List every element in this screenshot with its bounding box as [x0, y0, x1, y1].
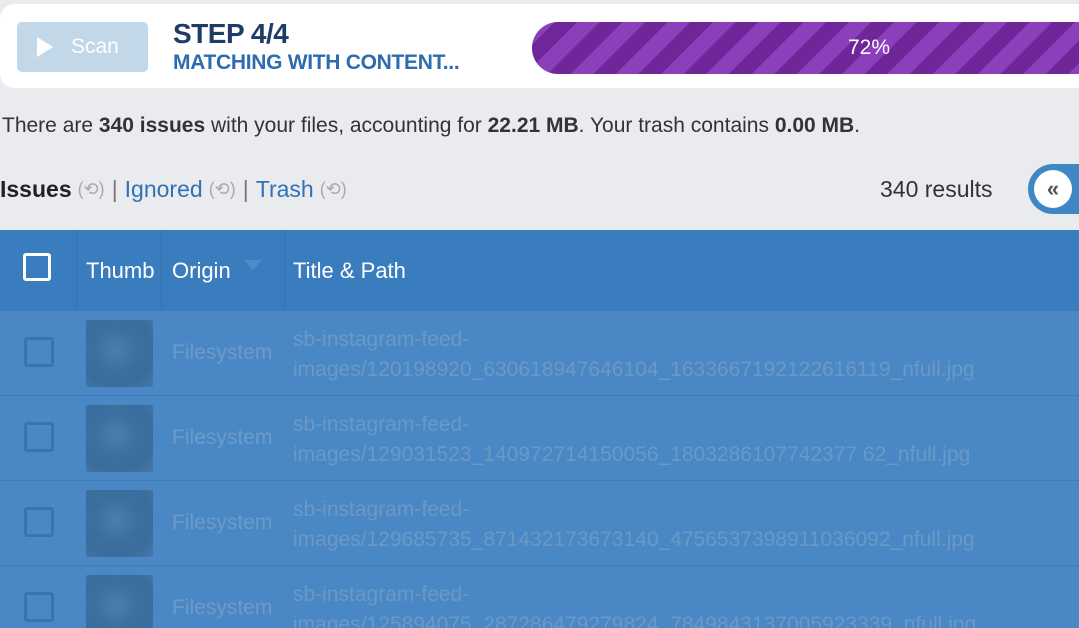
- thumbnail-image: [86, 320, 153, 387]
- thumbnail-image: [86, 405, 153, 472]
- step-subtitle: MATCHING WITH CONTENT...: [173, 51, 460, 74]
- table-row: Filesystem sb-instagram-feed-images/1296…: [0, 480, 1079, 566]
- origin-cell: Filesystem: [172, 341, 273, 364]
- path-cell[interactable]: sb-instagram-feed-images/129685735_87143…: [293, 495, 975, 555]
- select-all-checkbox[interactable]: [23, 253, 51, 281]
- origin-cell: Filesystem: [172, 511, 273, 534]
- tab-separator: |: [111, 176, 118, 202]
- row-checkbox[interactable]: [24, 422, 54, 452]
- row-checkbox[interactable]: [24, 592, 54, 622]
- thumbnail-image: [86, 575, 153, 628]
- row-checkbox[interactable]: [24, 507, 54, 537]
- tab-separator: |: [242, 176, 249, 202]
- summary-text: There are 340 issues with your files, ac…: [2, 114, 860, 138]
- summary-trash-text: . Your trash contains: [578, 114, 775, 137]
- thumbnail-image: [86, 490, 153, 557]
- row-checkbox[interactable]: [24, 337, 54, 367]
- tab-trash[interactable]: Trash: [256, 176, 314, 203]
- path-line: images/129685735_871432173673140_4756537…: [293, 528, 975, 551]
- path-line: images/120198920_630618947646104_1633667…: [293, 358, 975, 381]
- column-thumb: Thumb: [86, 258, 155, 283]
- summary-suffix: .: [854, 114, 861, 137]
- issues-count: 340 issues: [98, 114, 206, 137]
- column-divider: [161, 230, 162, 310]
- issues-table: Thumb Origin Title & Path Filesystem sb-…: [0, 230, 1079, 628]
- path-cell[interactable]: sb-instagram-feed-images/125894075_28728…: [293, 580, 976, 628]
- origin-cell: Filesystem: [172, 426, 273, 449]
- path-cell[interactable]: sb-instagram-feed-images/129031523_14097…: [293, 410, 970, 470]
- path-line: images/125894075_287286479279824_7849843…: [293, 613, 977, 628]
- path-cell[interactable]: sb-instagram-feed-images/120198920_63061…: [293, 325, 975, 385]
- column-title-path[interactable]: Title & Path: [293, 258, 406, 284]
- scan-button-label: Scan: [71, 35, 119, 58]
- pagination: «: [1028, 164, 1079, 214]
- table-row: Filesystem sb-instagram-feed-images/1258…: [0, 565, 1079, 628]
- issues-size: 22.21 MB: [487, 114, 579, 137]
- path-line: sb-instagram-feed-: [293, 413, 470, 436]
- tab-ignored[interactable]: Ignored: [125, 176, 203, 203]
- results-count: 340 results: [880, 176, 993, 202]
- play-icon: [37, 37, 53, 57]
- column-divider: [76, 230, 77, 310]
- trash-size: 0.00 MB: [774, 114, 855, 137]
- summary-prefix: There are: [2, 114, 99, 137]
- path-line: sb-instagram-feed-: [293, 498, 470, 521]
- scan-button[interactable]: Scan: [17, 22, 148, 72]
- progress-label: 72%: [848, 36, 891, 59]
- tab-issues[interactable]: Issues: [0, 176, 72, 203]
- column-divider: [284, 230, 285, 310]
- refresh-icon[interactable]: (⟲): [320, 179, 347, 200]
- step-title: STEP 4/4: [173, 18, 289, 49]
- summary-middle: with your files, accounting for: [205, 114, 488, 137]
- path-line: sb-instagram-feed-: [293, 328, 470, 351]
- table-row: Filesystem sb-instagram-feed-images/1290…: [0, 395, 1079, 481]
- tabs: Issues (⟲) | Ignored (⟲) | Trash (⟲): [0, 176, 347, 203]
- table-header: Thumb Origin Title & Path: [0, 230, 1079, 310]
- origin-cell: Filesystem: [172, 596, 273, 619]
- scan-panel: Scan STEP 4/4 MATCHING WITH CONTENT... 7…: [0, 4, 1079, 88]
- first-page-icon[interactable]: «: [1034, 170, 1072, 208]
- path-line: sb-instagram-feed-: [293, 583, 470, 606]
- progress-bar: 72%: [532, 22, 1079, 74]
- path-line: images/129031523_140972714150056_1803286…: [293, 443, 971, 466]
- sort-down-icon[interactable]: [244, 260, 262, 270]
- refresh-icon[interactable]: (⟲): [209, 179, 236, 200]
- table-row: Filesystem sb-instagram-feed-images/1201…: [0, 310, 1079, 396]
- refresh-icon[interactable]: (⟲): [78, 179, 105, 200]
- column-origin[interactable]: Origin: [172, 258, 231, 284]
